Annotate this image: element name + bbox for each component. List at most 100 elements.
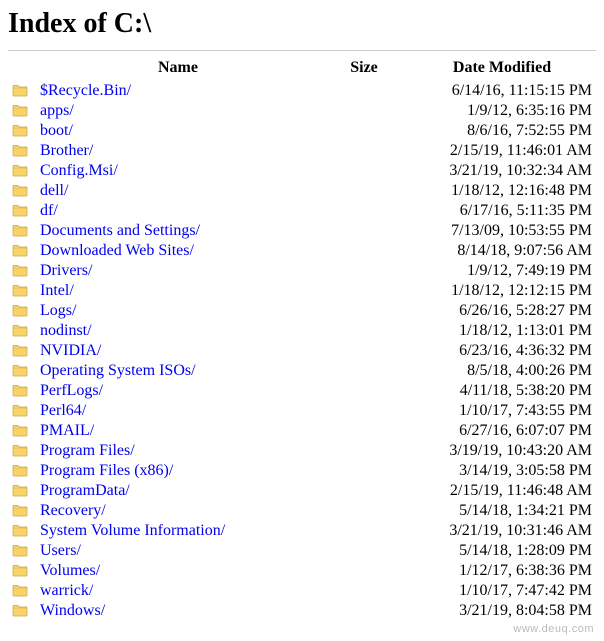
directory-link[interactable]: Downloaded Web Sites/ [40,242,194,259]
row-date-cell: 5/14/18, 1:28:09 PM [408,541,596,561]
row-size-cell [320,141,408,161]
row-icon-cell [8,601,36,621]
directory-link[interactable]: Intel/ [40,282,74,299]
header-date[interactable]: Date Modified [408,57,596,81]
row-size-cell [320,561,408,581]
row-name-cell: $Recycle.Bin/ [36,81,320,101]
header-icon [8,57,36,81]
directory-link[interactable]: Config.Msi/ [40,162,118,179]
directory-link[interactable]: Windows/ [40,602,105,619]
row-icon-cell [8,141,36,161]
directory-link[interactable]: df/ [40,202,58,219]
table-row: Perl64/ 1/10/17, 7:43:55 PM [8,401,596,421]
row-name-cell: Operating System ISOs/ [36,361,320,381]
row-icon-cell [8,441,36,461]
directory-link[interactable]: $Recycle.Bin/ [40,82,131,99]
directory-link[interactable]: boot/ [40,122,73,139]
directory-link[interactable]: apps/ [40,102,74,119]
row-date-cell: 8/6/16, 7:52:55 PM [408,121,596,141]
row-name-cell: Windows/ [36,601,320,621]
table-row: dell/ 1/18/12, 12:16:48 PM [8,181,596,201]
header-size[interactable]: Size [320,57,408,81]
directory-link[interactable]: NVIDIA/ [40,342,101,359]
folder-icon [12,123,28,139]
folder-icon [12,283,28,299]
directory-link[interactable]: Brother/ [40,142,93,159]
row-name-cell: Perl64/ [36,401,320,421]
row-icon-cell [8,221,36,241]
table-row: Intel/ 1/18/12, 12:12:15 PM [8,281,596,301]
row-date-cell: 4/11/18, 5:38:20 PM [408,381,596,401]
folder-icon [12,423,28,439]
row-icon-cell [8,341,36,361]
row-icon-cell [8,261,36,281]
directory-link[interactable]: System Volume Information/ [40,522,225,539]
row-date-cell: 1/9/12, 7:49:19 PM [408,261,596,281]
title-path: C:\ [114,8,151,39]
folder-icon [12,303,28,319]
folder-icon [12,263,28,279]
table-row: Program Files/ 3/19/19, 10:43:20 AM [8,441,596,461]
row-size-cell [320,221,408,241]
table-row: Brother/ 2/15/19, 11:46:01 AM [8,141,596,161]
title-prefix: Index of [8,8,114,39]
row-icon-cell [8,241,36,261]
directory-link[interactable]: warrick/ [40,582,93,599]
table-row: Config.Msi/ 3/21/19, 10:32:34 AM [8,161,596,181]
directory-link[interactable]: Program Files/ [40,442,135,459]
table-row: Recovery/ 5/14/18, 1:34:21 PM [8,501,596,521]
row-size-cell [320,361,408,381]
directory-link[interactable]: Drivers/ [40,262,92,279]
row-date-cell: 1/10/17, 7:43:55 PM [408,401,596,421]
folder-icon [12,83,28,99]
directory-link[interactable]: Documents and Settings/ [40,222,200,239]
row-name-cell: Program Files/ [36,441,320,461]
row-name-cell: Downloaded Web Sites/ [36,241,320,261]
directory-link[interactable]: Program Files (x86)/ [40,462,173,479]
header-name[interactable]: Name [36,57,320,81]
row-date-cell: 1/12/17, 6:38:36 PM [408,561,596,581]
directory-link[interactable]: ProgramData/ [40,482,130,499]
row-size-cell [320,341,408,361]
row-size-cell [320,601,408,621]
directory-link[interactable]: Users/ [40,542,81,559]
row-date-cell: 7/13/09, 10:53:55 PM [408,221,596,241]
row-name-cell: NVIDIA/ [36,341,320,361]
row-name-cell: Users/ [36,541,320,561]
row-size-cell [320,541,408,561]
directory-link[interactable]: Recovery/ [40,502,106,519]
folder-icon [12,183,28,199]
directory-link[interactable]: dell/ [40,182,68,199]
row-name-cell: Volumes/ [36,561,320,581]
directory-link[interactable]: Perl64/ [40,402,86,419]
row-icon-cell [8,121,36,141]
folder-icon [12,143,28,159]
directory-link[interactable]: PerfLogs/ [40,382,103,399]
row-size-cell [320,401,408,421]
row-icon-cell [8,81,36,101]
directory-link[interactable]: PMAIL/ [40,422,94,439]
table-row: Users/ 5/14/18, 1:28:09 PM [8,541,596,561]
table-row: PMAIL/ 6/27/16, 6:07:07 PM [8,421,596,441]
table-row: nodinst/ 1/18/12, 1:13:01 PM [8,321,596,341]
row-icon-cell [8,521,36,541]
folder-icon [12,403,28,419]
directory-link[interactable]: Volumes/ [40,562,100,579]
row-date-cell: 3/21/19, 10:32:34 AM [408,161,596,181]
row-size-cell [320,481,408,501]
directory-link[interactable]: nodinst/ [40,322,92,339]
row-icon-cell [8,281,36,301]
row-size-cell [320,281,408,301]
directory-link[interactable]: Logs/ [40,302,76,319]
row-date-cell: 6/17/16, 5:11:35 PM [408,201,596,221]
folder-icon [12,243,28,259]
row-name-cell: Intel/ [36,281,320,301]
directory-link[interactable]: Operating System ISOs/ [40,362,196,379]
table-row: NVIDIA/ 6/23/16, 4:36:32 PM [8,341,596,361]
table-row: df/ 6/17/16, 5:11:35 PM [8,201,596,221]
row-name-cell: Documents and Settings/ [36,221,320,241]
folder-icon [12,543,28,559]
row-name-cell: Drivers/ [36,261,320,281]
row-date-cell: 6/27/16, 6:07:07 PM [408,421,596,441]
table-row: apps/ 1/9/12, 6:35:16 PM [8,101,596,121]
